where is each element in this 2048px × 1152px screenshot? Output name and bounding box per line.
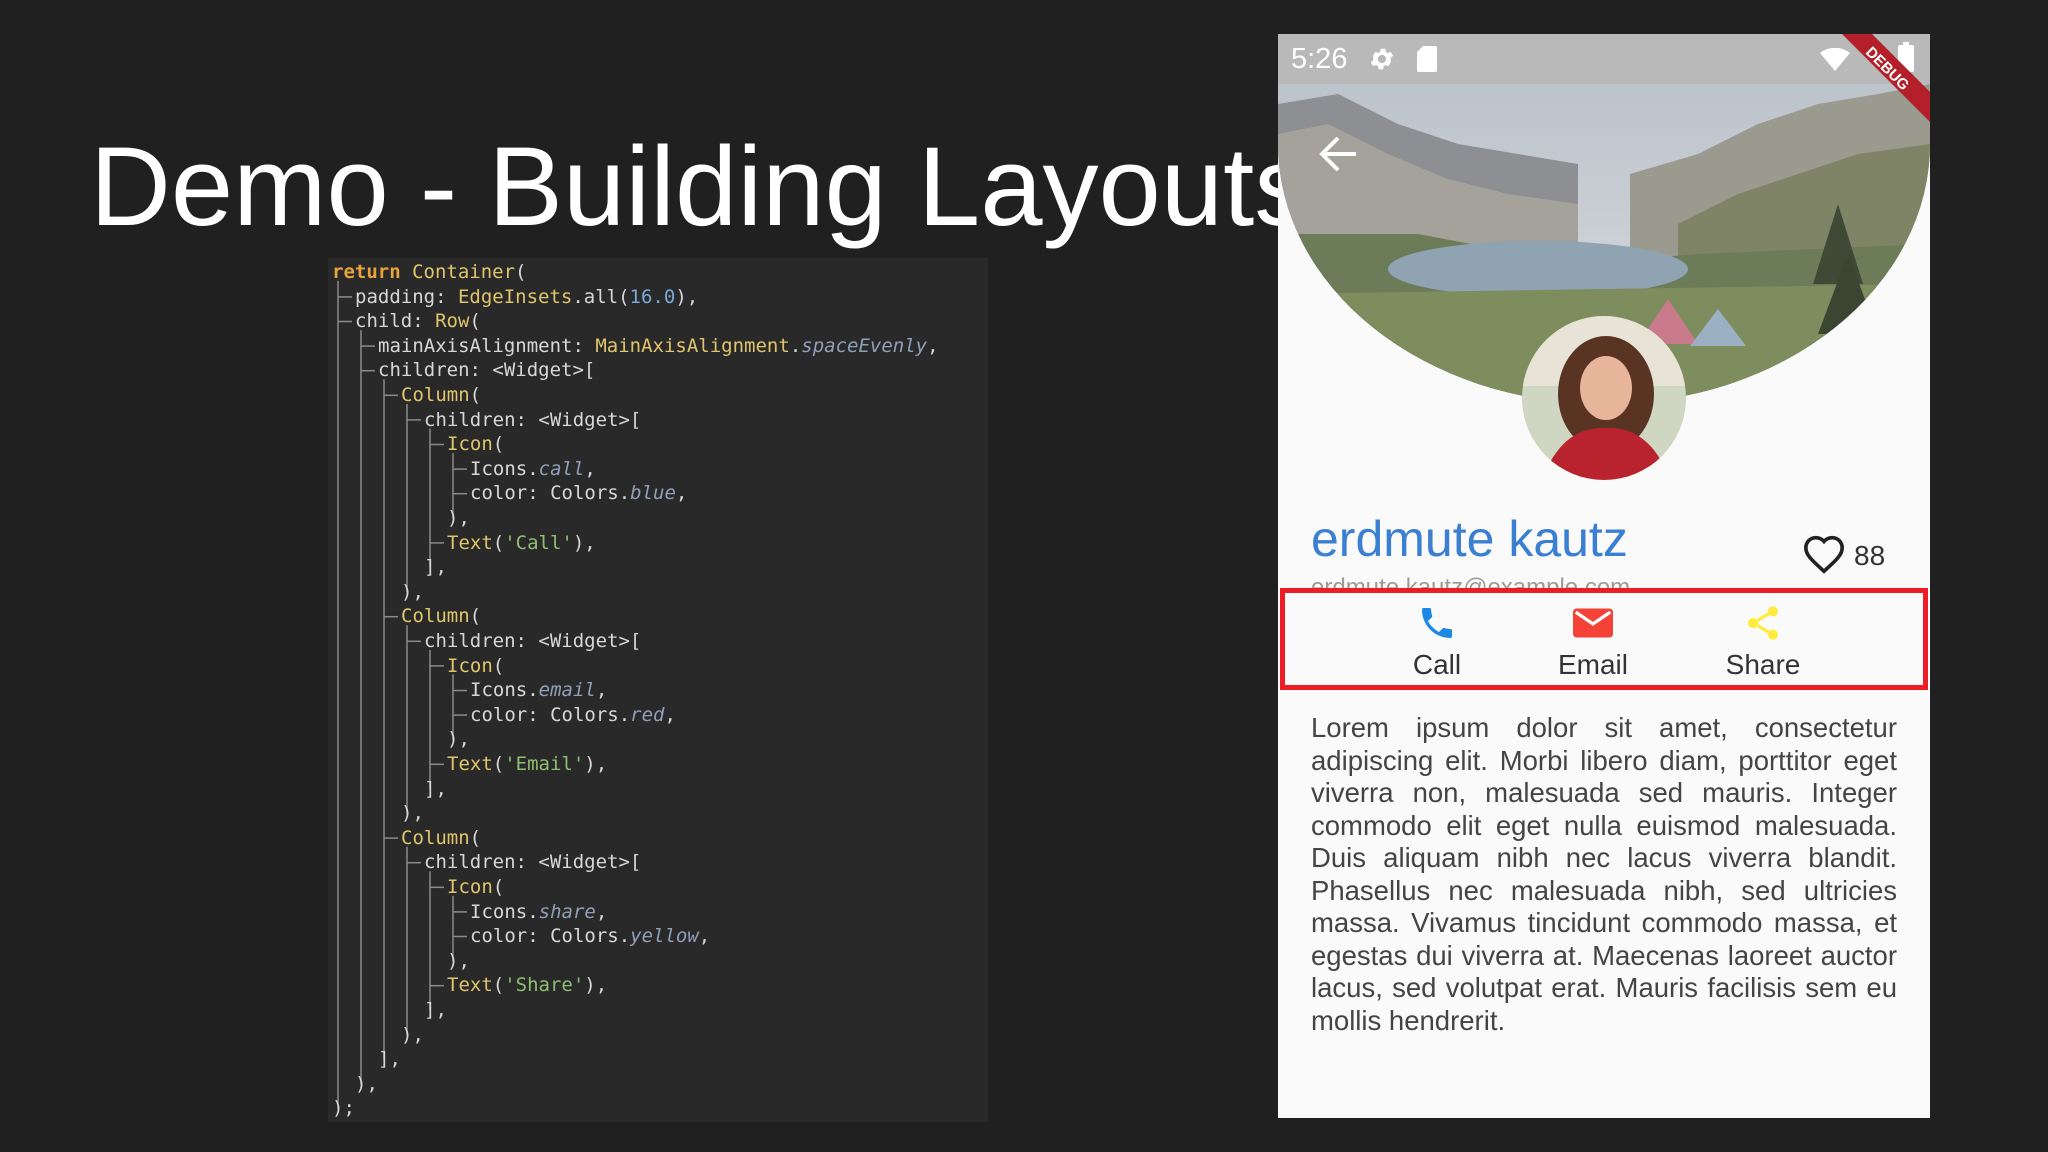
code-line: Icon( bbox=[447, 433, 505, 456]
code-line: color: Colors.yellow, bbox=[470, 925, 711, 948]
profile-name: erdmute kautz bbox=[1311, 511, 1628, 567]
code-line: children: <Widget>[ bbox=[378, 359, 596, 382]
avatar bbox=[1522, 316, 1686, 480]
code-panel: return Container(padding: EdgeInsets.all… bbox=[328, 258, 988, 1122]
like-count: 88 bbox=[1854, 540, 1886, 571]
code-line: color: Colors.red, bbox=[470, 703, 676, 726]
code-line: Column( bbox=[401, 384, 482, 406]
share-button[interactable]: Share bbox=[1703, 593, 1823, 685]
share-icon bbox=[1748, 606, 1778, 640]
heart-icon[interactable] bbox=[1802, 534, 1846, 574]
code-line: Text('Call'), bbox=[447, 531, 596, 554]
email-icon bbox=[1573, 608, 1613, 638]
code-line: ), bbox=[355, 1072, 378, 1095]
code-line: ), bbox=[447, 507, 470, 529]
code-line: ), bbox=[401, 580, 424, 603]
code-block: return Container(padding: EdgeInsets.all… bbox=[328, 258, 988, 1122]
email-label: Email bbox=[1557, 649, 1628, 680]
code-line: Icons.share, bbox=[470, 900, 608, 923]
description-text: Lorem ipsum dolor sit amet, consectetur … bbox=[1311, 712, 1897, 1036]
call-icon bbox=[1422, 608, 1452, 638]
code-line: ), bbox=[401, 802, 424, 825]
email-button[interactable]: Email bbox=[1533, 593, 1653, 685]
code-line: ], bbox=[424, 999, 447, 1021]
code-line: children: <Widget>[ bbox=[424, 408, 642, 431]
code-line: children: <Widget>[ bbox=[424, 851, 642, 874]
code-line: ); bbox=[332, 1097, 355, 1120]
status-time: 5:26 bbox=[1291, 43, 1348, 75]
code-line: ), bbox=[401, 1023, 424, 1046]
slide-title: Demo - Building Layouts bbox=[90, 124, 1311, 249]
code-line: Icon( bbox=[447, 654, 505, 677]
code-line: children: <Widget>[ bbox=[424, 630, 642, 652]
code-line: Icon( bbox=[447, 876, 505, 898]
code-line: Icons.call, bbox=[470, 457, 596, 480]
code-line: ], bbox=[424, 556, 447, 579]
share-label: Share bbox=[1725, 649, 1801, 680]
debug-banner: DEBUG bbox=[1842, 34, 1930, 122]
code-line: ], bbox=[424, 777, 447, 800]
code-line: Text('Share'), bbox=[447, 974, 608, 997]
call-button[interactable]: Call bbox=[1377, 593, 1497, 685]
phone-screen: 5:26 DEBUG erdmute kautz 88 Call Email S… bbox=[1278, 34, 1930, 1118]
sd-card-icon bbox=[1417, 46, 1437, 72]
code-line: Text('Email'), bbox=[447, 753, 608, 775]
code-line: Column( bbox=[401, 605, 482, 628]
code-line: Icons.email, bbox=[470, 679, 608, 702]
code-line: color: Colors.blue, bbox=[470, 482, 688, 505]
action-row: Call Email Share bbox=[1280, 588, 1928, 690]
call-label: Call bbox=[1412, 649, 1462, 680]
code-line: ), bbox=[447, 728, 470, 751]
code-line: Column( bbox=[401, 826, 482, 849]
code-line: ), bbox=[447, 949, 470, 972]
code-line: return Container( bbox=[332, 261, 527, 283]
code-line: padding: EdgeInsets.all(16.0), bbox=[355, 285, 699, 308]
code-line: mainAxisAlignment: MainAxisAlignment.spa… bbox=[378, 334, 939, 357]
settings-icon bbox=[1370, 48, 1394, 70]
code-line: ], bbox=[378, 1048, 401, 1071]
code-line: child: Row( bbox=[355, 310, 481, 333]
back-arrow-icon[interactable] bbox=[1318, 136, 1358, 172]
